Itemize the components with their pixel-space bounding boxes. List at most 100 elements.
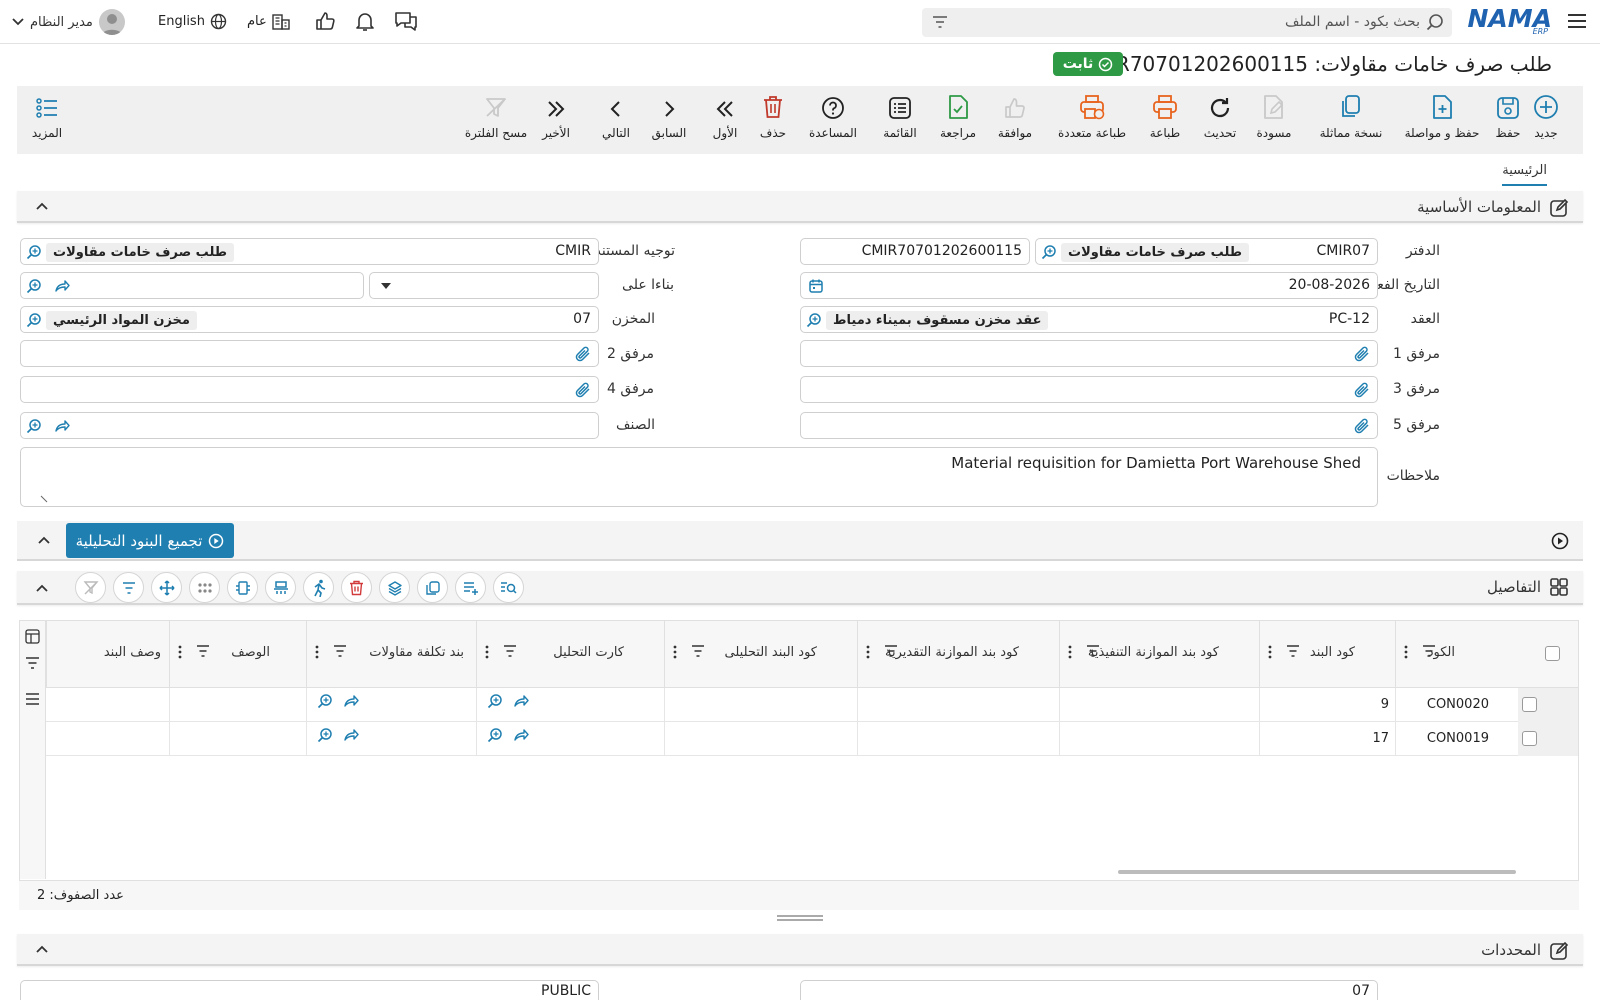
open-link-icon[interactable] — [343, 727, 359, 743]
open-link-icon[interactable] — [54, 278, 70, 294]
analysis-card-cell[interactable] — [476, 688, 664, 722]
kebab-icon[interactable] — [866, 645, 870, 659]
kebab-icon[interactable] — [1404, 645, 1408, 659]
filter-icon[interactable] — [196, 645, 210, 657]
filter-off-icon[interactable] — [75, 572, 106, 603]
lookup-icon[interactable] — [487, 727, 503, 743]
column-header-description[interactable]: الوصف — [169, 621, 306, 688]
open-link-icon[interactable] — [54, 418, 70, 434]
add-row-icon[interactable] — [455, 572, 486, 603]
item-code-cell[interactable]: 17 — [1259, 722, 1395, 756]
code-cell[interactable]: CON0019 — [1395, 722, 1495, 756]
column-header-code[interactable]: الكود — [1395, 621, 1495, 688]
paperclip-icon[interactable] — [574, 345, 592, 363]
filter-icon[interactable] — [691, 645, 705, 657]
determinants-section-header[interactable]: المحددات — [17, 934, 1583, 966]
fit-columns-icon[interactable] — [227, 572, 258, 603]
aggregate-analysis-button[interactable]: تجميع البنود التحليلية — [66, 523, 234, 558]
lookup-icon[interactable] — [487, 693, 503, 709]
item-class-field[interactable] — [20, 412, 599, 439]
lookup-icon[interactable] — [1041, 244, 1057, 260]
notes-textarea[interactable]: Material requisition for Damietta Port W… — [20, 447, 1378, 507]
column-header-item-code[interactable]: كود البند — [1259, 621, 1395, 688]
attachment5-field[interactable] — [800, 412, 1378, 439]
filter-icon[interactable] — [113, 572, 144, 603]
layers-icon[interactable] — [379, 572, 410, 603]
previous-button[interactable]: السابق — [649, 86, 689, 154]
kebab-icon[interactable] — [1268, 645, 1272, 659]
move-icon[interactable] — [151, 572, 182, 603]
open-link-icon[interactable] — [343, 693, 359, 709]
business-group-field[interactable]: PUBLIC — [20, 980, 599, 1000]
user-menu[interactable]: مدير النظام — [12, 9, 125, 35]
new-button[interactable]: جديد — [1526, 86, 1566, 154]
layout-icon[interactable] — [265, 572, 296, 603]
chevron-up-icon[interactable] — [35, 201, 49, 211]
row-checkbox[interactable] — [1522, 697, 1537, 712]
multi-print-button[interactable]: طباعة متعددة — [1047, 86, 1137, 154]
first-button[interactable]: الأول — [705, 86, 745, 154]
kebab-icon[interactable] — [178, 645, 182, 659]
lookup-icon[interactable] — [26, 418, 42, 434]
run-icon[interactable] — [303, 572, 334, 603]
item-description-cell[interactable] — [46, 722, 169, 756]
actual-date-field[interactable]: 20-08-2026 — [800, 272, 1378, 299]
item-code-cell[interactable]: 9 — [1259, 688, 1395, 722]
book-field[interactable]: CMIR07 طلب صرف خامات مقاولات — [1035, 238, 1378, 265]
help-button[interactable]: المساعدة — [803, 86, 863, 154]
menu-icon[interactable] — [1566, 10, 1588, 32]
delete-button[interactable]: حذف — [753, 86, 793, 154]
trash-icon[interactable] — [341, 572, 372, 603]
contract-field[interactable]: PC-12 عقد مخزن مسقوف بميناء دمياط — [800, 306, 1378, 333]
warehouse-field[interactable]: 07 مخزن المواد الرئيسي — [20, 306, 599, 333]
column-header-analysis-card[interactable]: كارت التحليل — [476, 621, 664, 688]
next-button[interactable]: التالي — [596, 86, 636, 154]
chevron-up-icon[interactable] — [37, 535, 51, 545]
lookup-icon[interactable] — [26, 278, 42, 294]
save-button[interactable]: حفظ — [1488, 86, 1528, 154]
column-header-contract-cost[interactable]: بند تكلفة مقاولات — [306, 621, 476, 688]
filter-icon[interactable] — [1422, 645, 1436, 657]
based-on-type-select[interactable] — [369, 272, 599, 299]
item-description-cell[interactable] — [46, 688, 169, 722]
print-button[interactable]: طباعة — [1141, 86, 1189, 154]
kebab-icon[interactable] — [485, 645, 489, 659]
column-header-est-budget[interactable]: كود بند الموازنة التقديرية — [857, 621, 1059, 688]
copy-icon[interactable] — [417, 572, 448, 603]
description-cell[interactable] — [169, 688, 306, 722]
kebab-icon[interactable] — [315, 645, 319, 659]
row-checkbox[interactable] — [1522, 731, 1537, 746]
basic-info-section-header[interactable]: المعلومات الأساسية — [17, 191, 1583, 223]
thumbs-up-icon[interactable] — [314, 10, 336, 32]
review-button[interactable]: مراجعة — [933, 86, 983, 154]
approve-button[interactable]: موافقة — [990, 86, 1040, 154]
draft-button[interactable]: مسودة — [1249, 86, 1299, 154]
based-on-field[interactable] — [20, 272, 364, 299]
play-circle-icon[interactable] — [1551, 532, 1569, 550]
contract-cost-cell[interactable] — [306, 688, 476, 722]
select-all-checkbox[interactable] — [1545, 646, 1560, 661]
company-switch[interactable]: عام — [247, 13, 290, 30]
filter-icon[interactable] — [1086, 645, 1100, 657]
contract-cost-cell[interactable] — [306, 722, 476, 756]
kebab-icon[interactable] — [673, 645, 677, 659]
est-budget-cell[interactable] — [857, 688, 1059, 722]
table-row[interactable]: 1 CON0020 9 — [46, 688, 1578, 722]
analytic-code-cell[interactable] — [664, 722, 857, 756]
refresh-button[interactable]: تحديث — [1195, 86, 1245, 154]
lookup-icon[interactable] — [317, 727, 333, 743]
duplicate-button[interactable]: نسخة مماثلة — [1311, 86, 1391, 154]
table-row[interactable]: 2 CON0019 17 — [46, 722, 1578, 756]
column-header-item-description[interactable]: وصف البند — [46, 621, 169, 688]
tab-main[interactable]: الرئيسية — [1502, 163, 1547, 186]
filter-icon[interactable] — [503, 645, 517, 657]
clear-filter-button[interactable]: مسح الفلترة — [463, 86, 529, 154]
code-cell[interactable]: CON0020 — [1395, 688, 1495, 722]
exec-budget-cell[interactable] — [1059, 722, 1259, 756]
filter-icon[interactable] — [932, 15, 948, 29]
resize-grip[interactable] — [777, 915, 823, 921]
lookup-icon[interactable] — [26, 312, 42, 328]
open-link-icon[interactable] — [513, 727, 529, 743]
global-search-input[interactable]: بحث بكود - اسم الملف — [922, 8, 1452, 37]
description-cell[interactable] — [169, 722, 306, 756]
